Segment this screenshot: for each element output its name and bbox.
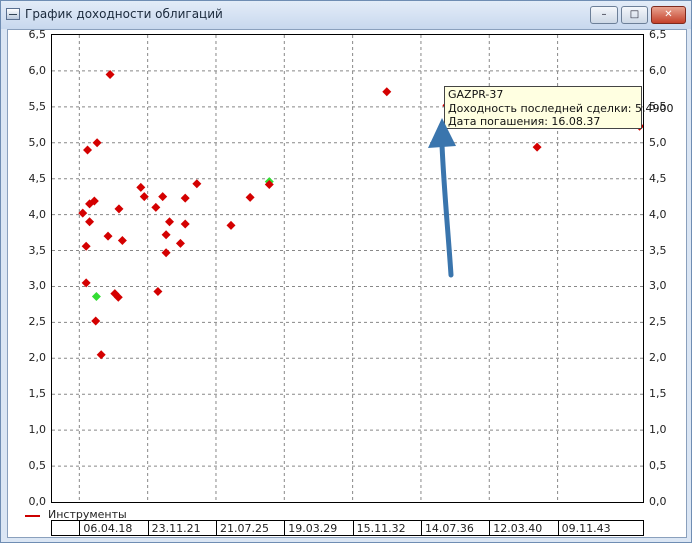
tooltip-yield: Доходность последней сделки: 5,4900 <box>448 101 674 115</box>
data-point[interactable] <box>382 87 392 97</box>
y-tick-label: 0,5 <box>28 459 47 473</box>
y-tick-label-right: 3,0 <box>649 279 667 293</box>
y-tick-label: 3,0 <box>28 279 47 293</box>
data-point[interactable] <box>81 241 91 251</box>
legend-line-icon <box>25 515 40 517</box>
x-tick-label: 12.03.40 <box>493 522 543 535</box>
y-tick-label: 4,5 <box>28 171 47 185</box>
data-point[interactable] <box>226 220 236 230</box>
x-tick-mark <box>489 521 491 536</box>
data-point[interactable] <box>245 192 255 202</box>
x-axis[interactable]: 06.04.18 23.11.21 21.07.25 19.03.29 15.11.32… <box>51 520 644 536</box>
x-tick-label: 06.04.18 <box>83 522 133 535</box>
data-point[interactable] <box>532 142 542 152</box>
y-tick-label-right: 6,5 <box>649 28 667 41</box>
y-tick-label-right: 5,0 <box>649 135 667 149</box>
x-tick-mark <box>284 521 286 536</box>
y-tick-label-right: 0,5 <box>649 459 667 473</box>
y-tick-label: 6,5 <box>28 28 47 41</box>
y-tick-label: 1,0 <box>28 423 47 437</box>
data-point[interactable] <box>180 219 190 229</box>
arrow-up-icon <box>428 118 456 278</box>
data-point[interactable] <box>103 231 113 241</box>
y-tick-label: 5,0 <box>28 135 47 149</box>
data-point[interactable] <box>91 316 101 326</box>
y-tick-label-right: 2,5 <box>649 315 667 329</box>
y-tick-label-right: 2,0 <box>649 351 667 365</box>
data-point[interactable] <box>180 193 190 203</box>
data-point[interactable] <box>85 217 95 227</box>
x-tick-label: 09.11.43 <box>561 522 611 535</box>
data-point[interactable] <box>153 286 163 296</box>
data-point[interactable] <box>161 230 171 240</box>
data-point[interactable] <box>175 238 185 248</box>
y-tick-label-right: 1,5 <box>649 387 667 401</box>
data-point[interactable] <box>165 217 175 227</box>
data-point[interactable] <box>92 138 102 148</box>
close-button[interactable]: ✕ <box>651 6 686 24</box>
y-tick-label: 4,0 <box>28 207 47 221</box>
x-tick-mark <box>352 521 354 536</box>
x-tick-label: 23.11.21 <box>151 522 201 535</box>
x-tick-mark <box>147 521 149 536</box>
chart-area: 0,0 0,5 1,0 1,5 2,0 2,5 3,0 3,5 4,0 4,5 5,0 5,5 6,0 6… <box>7 28 687 538</box>
data-point[interactable] <box>96 350 106 360</box>
app-window: График доходности облигаций – □ ✕ 0,0 0,5… <box>0 0 692 543</box>
x-tick-label: 14.07.36 <box>424 522 474 535</box>
data-point[interactable] <box>136 182 146 192</box>
title-bar[interactable]: График доходности облигаций – □ ✕ <box>1 1 691 29</box>
y-tick-label-right: 3,5 <box>649 243 667 257</box>
y-tick-label: 1,5 <box>28 387 47 401</box>
data-point[interactable] <box>192 179 202 189</box>
y-tick-label-right: 0,0 <box>649 495 667 508</box>
x-tick-label: 15.11.32 <box>356 522 406 535</box>
tooltip-maturity-date: Дата погашения: 16.08.37 <box>448 115 601 128</box>
data-point[interactable] <box>158 192 168 202</box>
data-point[interactable] <box>151 202 161 212</box>
data-point[interactable] <box>83 145 93 155</box>
y-tick-label-right: 4,0 <box>649 207 667 221</box>
x-tick-label: 21.07.25 <box>219 522 269 535</box>
y-tick-label: 6,0 <box>28 63 47 77</box>
window-title: График доходности облигаций <box>25 7 223 21</box>
highlight-data-point[interactable] <box>91 292 101 302</box>
x-tick-mark <box>215 521 217 536</box>
tooltip-instrument-name: GAZPR-37 <box>448 88 504 101</box>
data-point[interactable] <box>161 248 171 258</box>
app-window-icon <box>6 8 20 20</box>
data-point[interactable] <box>117 235 127 245</box>
y-tick-label-right: 4,5 <box>649 171 667 185</box>
y-tick-label-right: 6,0 <box>649 63 667 77</box>
y-tick-label: 3,5 <box>28 243 47 257</box>
y-tick-label: 0,0 <box>28 495 47 508</box>
x-tick-mark <box>79 521 81 536</box>
y-tick-label-right: 1,0 <box>649 423 667 437</box>
y-tick-label: 2,0 <box>28 351 47 365</box>
data-point[interactable] <box>114 204 124 214</box>
x-tick-mark <box>557 521 559 536</box>
point-tooltip: GAZPR-37 Доходность последней сделки: 5,… <box>444 86 674 129</box>
x-tick-label: 19.03.29 <box>288 522 338 535</box>
minimize-button[interactable]: – <box>590 6 618 24</box>
y-tick-label: 5,5 <box>28 99 47 113</box>
y-tick-label: 2,5 <box>28 315 47 329</box>
maximize-button[interactable]: □ <box>621 6 648 24</box>
x-tick-mark <box>420 521 422 536</box>
